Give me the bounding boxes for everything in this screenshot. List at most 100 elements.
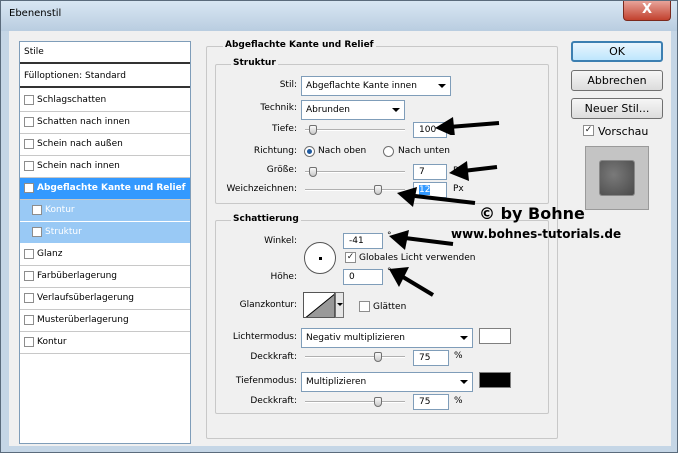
dropdown-arrow-icon [337,303,343,306]
gloss-contour-picker[interactable] [303,292,335,318]
deckkraft1-input[interactable]: 75 [413,350,449,366]
contour-dropdown-button[interactable] [335,292,344,318]
preview-swatch [600,161,634,195]
list-item-stile[interactable]: Stile [20,42,190,64]
checkmark-icon: ✓ [584,125,593,135]
list-item-kontur[interactable]: Kontur [20,332,190,354]
glaetten-label: Glätten [373,302,407,312]
slider-thumb[interactable] [309,167,317,177]
groesse-input[interactable]: 7 [413,164,447,180]
checkbox[interactable] [24,94,34,105]
list-item-fuelloptionen[interactable]: Fülloptionen: Standard [20,66,190,88]
technik-dropdown[interactable]: Abrunden [301,100,405,120]
lichtermodus-dropdown[interactable]: Negativ multiplizieren [301,328,473,348]
richtung-label: Richtung: [253,146,297,156]
slider-track [305,171,405,173]
watermark-url: www.bohnes-tutorials.de [451,227,622,241]
lichtermodus-label: Lichtermodus: [232,332,297,342]
watermark-copyright: © by Bohne [479,204,585,223]
list-item-schlagschatten[interactable]: Schlagschatten [20,90,190,112]
checkbox[interactable] [32,226,42,237]
checkmark-icon: ✓ [346,252,355,262]
annotation-arrow-icon [389,230,454,250]
shadow-color-swatch[interactable] [479,372,511,388]
global-light-label: Globales Licht verwenden [359,253,476,263]
dropdown-arrow-icon [392,108,400,112]
preview-checkbox[interactable]: ✓ [583,125,594,136]
weichzeichnen-label: Weichzeichnen: [226,184,297,194]
weichzeichnen-slider[interactable] [305,185,405,195]
radio-nach-oben[interactable] [304,146,315,157]
hoehe-label: Höhe: [270,272,297,282]
window-title: Ebenenstil [9,8,62,19]
radio-nach-unten[interactable] [383,146,394,157]
dropdown-arrow-icon [460,380,468,384]
checkbox[interactable] [24,336,34,347]
deckkraft1-label: Deckkraft: [250,352,297,362]
contour-curve-icon [305,293,334,317]
list-item-schein-innen[interactable]: Schein nach innen [20,156,190,178]
winkel-label: Winkel: [264,236,297,246]
checkbox[interactable] [24,292,34,303]
checkbox[interactable] [24,138,34,149]
glaetten-checkbox[interactable] [359,301,370,312]
deckkraft2-label: Deckkraft: [250,396,297,406]
cancel-button[interactable]: Abbrechen [571,70,663,91]
list-item-schein-aussen[interactable]: Schein nach außen [20,134,190,156]
stil-label: Stil: [279,80,297,90]
slider-thumb[interactable] [374,352,382,362]
list-item-verlaufsueberlagerung[interactable]: Verlaufsüberlagerung [20,288,190,310]
tiefenmodus-dropdown[interactable]: Multiplizieren [301,372,473,392]
checkbox[interactable] [24,314,34,325]
preview-label: Vorschau [598,125,649,138]
style-preview [585,146,649,210]
slider-thumb[interactable] [374,397,382,407]
struktur-title: Struktur [231,58,278,68]
close-button[interactable]: X [623,1,671,21]
close-icon: X [641,2,653,17]
deckkraft1-slider[interactable] [305,352,405,362]
checkbox[interactable] [24,270,34,281]
panel-title: Abgeflachte Kante und Relief [223,40,376,50]
dialog-client: Stile Fülloptionen: Standard Schlagschat… [9,31,671,446]
global-light-checkbox[interactable]: ✓ [345,252,356,263]
list-item-abgeflachte-kante[interactable]: ✓ Abgeflachte Kante und Relief [20,178,190,200]
technik-label: Technik: [260,103,297,113]
annotation-arrow-icon [389,267,435,297]
deckkraft2-slider[interactable] [305,397,405,407]
stil-dropdown[interactable]: Abgeflachte Kante innen [301,76,451,96]
list-item-schatten-innen[interactable]: Schatten nach innen [20,112,190,134]
slider-track [305,401,405,403]
slider-track [305,189,405,191]
groesse-slider[interactable] [305,167,405,177]
checkmark-icon[interactable]: ✓ [24,182,34,193]
hoehe-input[interactable]: 0 [343,269,383,285]
tiefenmodus-label: Tiefenmodus: [235,376,297,386]
new-style-button[interactable]: Neuer Stil... [571,98,663,119]
list-item-farbueberlagerung[interactable]: Farbüberlagerung [20,266,190,288]
list-item-musterueberlagerung[interactable]: Musterüberlagerung [20,310,190,332]
checkbox[interactable] [24,160,34,171]
slider-thumb[interactable] [374,185,382,195]
slider-thumb[interactable] [309,125,317,135]
angle-dial[interactable] [304,242,336,274]
angle-center-dot [319,257,322,260]
title-bar[interactable]: Ebenenstil X [1,1,677,31]
highlight-color-swatch[interactable] [479,328,511,344]
winkel-input[interactable]: -41 [343,233,383,249]
annotation-arrow-icon [435,117,500,135]
checkbox[interactable] [24,116,34,127]
list-item-kontur-sub[interactable]: Kontur [20,200,190,222]
groesse-label: Größe: [266,165,297,175]
ok-button[interactable]: OK [571,41,663,62]
slider-track [305,129,405,131]
list-item-struktur-sub[interactable]: Struktur [20,222,190,244]
checkbox[interactable] [32,204,42,215]
nach-oben-label: Nach oben [318,146,367,156]
checkbox[interactable] [24,248,34,259]
style-list: Stile Fülloptionen: Standard Schlagschat… [19,41,191,444]
tiefe-slider[interactable] [305,125,405,135]
deckkraft2-input[interactable]: 75 [413,394,449,410]
annotation-arrow-icon [449,161,498,181]
list-item-glanz[interactable]: Glanz [20,244,190,266]
